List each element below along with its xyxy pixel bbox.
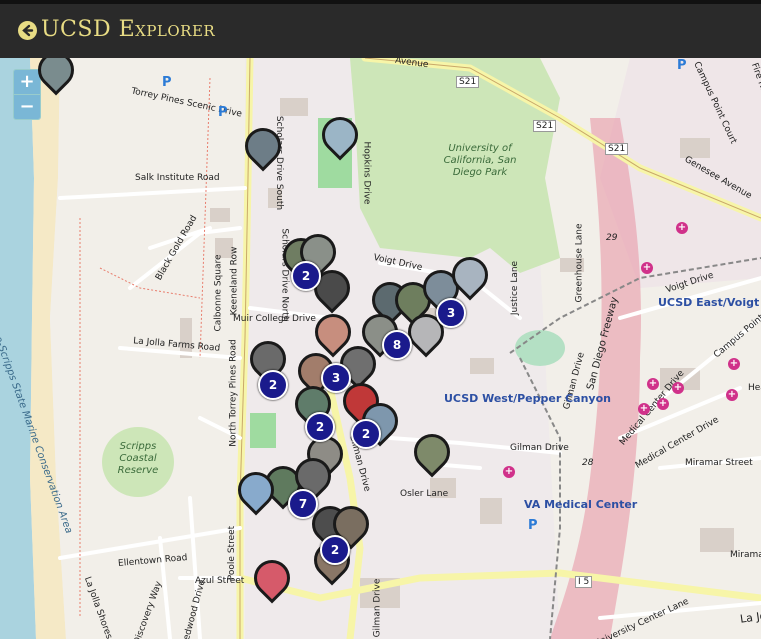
map-label: Heal — [748, 383, 761, 393]
hospital-icon: + — [672, 382, 684, 394]
map-label: Hopkins Drive — [361, 141, 372, 205]
map-label: Osler Lane — [400, 489, 449, 499]
route-number: 28 — [582, 458, 594, 468]
parking-icon: P — [528, 518, 538, 533]
map-label: Muir College Drive — [233, 314, 316, 324]
app-title: UCSD Explorer — [41, 17, 216, 42]
zoom-out-button[interactable]: − — [14, 95, 40, 119]
reserve-label: Scripps Coastal Reserve — [117, 441, 159, 476]
map-label: Greenhouse Lane — [574, 223, 585, 303]
map-label: Mirama — [730, 550, 761, 560]
parking-icon: P — [162, 75, 172, 90]
park-label: University of California, San Diego Park — [443, 143, 517, 178]
zoom-in-button[interactable]: + — [14, 70, 40, 95]
hospital-icon: + — [728, 358, 740, 370]
route-shield: I 5 — [575, 576, 593, 588]
station-label: VA Medical Center — [524, 498, 638, 511]
arrow-circle-left-icon[interactable] — [18, 21, 37, 40]
hospital-icon: + — [726, 389, 738, 401]
hospital-icon: + — [641, 262, 653, 274]
route-number: 29 — [606, 233, 618, 243]
route-shield: S21 — [533, 120, 557, 132]
map-label: Poole Street — [227, 525, 238, 581]
marker-cluster[interactable]: 7 — [288, 489, 318, 519]
marker-cluster[interactable]: 3 — [436, 298, 466, 328]
marker-cluster[interactable]: 3 — [321, 363, 351, 393]
hospital-icon: + — [503, 466, 515, 478]
map-label: Miramar Street — [685, 458, 753, 468]
zoom-control: + − — [13, 69, 41, 120]
marker-cluster[interactable]: 8 — [382, 330, 412, 360]
map-label: Calbonne Square — [213, 254, 224, 332]
map-label: Gilman Drive — [372, 578, 383, 638]
hospital-icon: + — [657, 398, 669, 410]
marker-cluster[interactable]: 2 — [320, 535, 350, 565]
marker-cluster[interactable]: 2 — [305, 412, 335, 442]
hospital-icon: + — [676, 222, 688, 234]
station-label: UCSD East/Voigt Dr — [658, 296, 761, 309]
map-label: North Torrey Pines Road — [228, 339, 239, 447]
map-label: Gilman Drive — [510, 443, 569, 453]
parking-icon: P — [218, 105, 228, 120]
map-label: La Jo — [739, 609, 761, 626]
route-shield: S21 — [456, 76, 480, 88]
parking-icon: P — [677, 58, 687, 73]
map-label: Scholars Drive South — [274, 115, 285, 211]
marker-cluster[interactable]: 2 — [291, 261, 321, 291]
route-shield: S21 — [605, 143, 629, 155]
hospital-icon: + — [638, 403, 650, 415]
hospital-icon: + — [647, 378, 659, 390]
map-label: Salk Institute Road — [135, 173, 220, 183]
map-view[interactable]: + − Torrey Pines Scenic Drive Salk Insti… — [0, 58, 761, 639]
map-label: Justice Lane — [510, 260, 521, 316]
map-label: Keeneland Row — [229, 246, 240, 316]
marker-cluster[interactable]: 2 — [351, 419, 381, 449]
marker-cluster[interactable]: 2 — [258, 370, 288, 400]
station-label: UCSD West/Pepper Canyon — [444, 392, 611, 405]
app-header: UCSD Explorer — [0, 0, 761, 58]
